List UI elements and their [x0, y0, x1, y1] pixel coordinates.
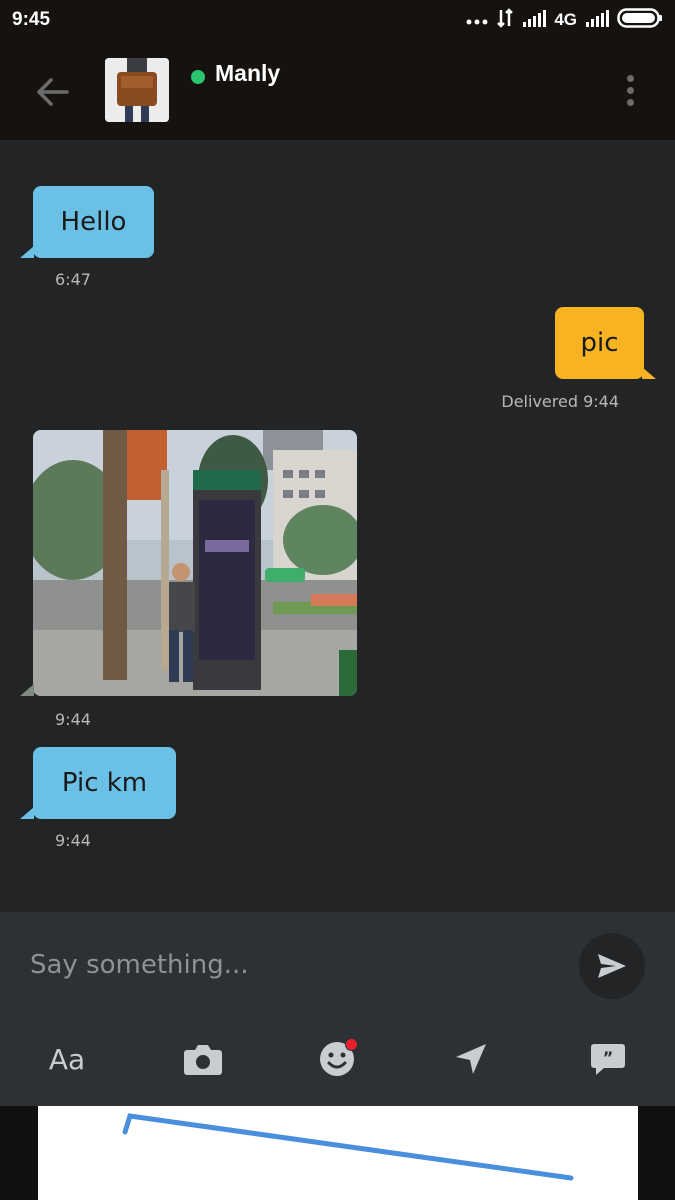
- bubble-tail: [642, 367, 656, 379]
- online-status-indicator: [191, 70, 205, 84]
- notification-badge: [345, 1038, 358, 1051]
- signal-icon: [585, 9, 609, 32]
- composer: Aa ”: [0, 912, 675, 1106]
- message-list[interactable]: Hello 6:47 pic Delivered 9:44 9:44 Pic k…: [0, 140, 675, 912]
- delivery-status: Delivered 9:44: [501, 392, 619, 411]
- message-input[interactable]: [30, 950, 550, 980]
- phrases-icon: ”: [591, 1044, 625, 1075]
- bubble-tail: [20, 246, 34, 258]
- incoming-message-bubble[interactable]: Hello: [33, 186, 154, 258]
- message-time: 9:44: [55, 831, 91, 850]
- battery-icon: [617, 7, 663, 33]
- status-time: 9:45: [12, 9, 51, 30]
- back-button[interactable]: [30, 70, 74, 114]
- photo-message[interactable]: [33, 430, 357, 696]
- send-icon: [598, 954, 626, 978]
- data-arrows-icon: [496, 7, 514, 33]
- text-format-button[interactable]: Aa: [44, 1036, 90, 1082]
- more-vertical-icon: [626, 74, 634, 82]
- camera-icon: [184, 1045, 222, 1075]
- message-text: Pic km: [61, 768, 148, 798]
- message-text: pic: [580, 328, 619, 358]
- message-time: 9:44: [55, 710, 91, 729]
- outgoing-message-bubble[interactable]: pic: [555, 307, 644, 379]
- overlay-card: [38, 1106, 638, 1200]
- bottom-overlay: [0, 1106, 675, 1200]
- photo-image: [33, 430, 357, 696]
- network-type: 4G: [554, 10, 577, 29]
- avatar[interactable]: [105, 58, 169, 122]
- svg-text:”: ”: [603, 1048, 614, 1067]
- arrow-left-icon: [37, 78, 69, 106]
- status-bar: 9:45 4G: [0, 0, 675, 40]
- sticker-button[interactable]: [314, 1036, 360, 1082]
- signal-icon: [522, 9, 547, 32]
- status-icons: 4G: [466, 7, 663, 33]
- location-icon: [456, 1044, 486, 1074]
- message-text: Hello: [60, 207, 127, 237]
- dots-icon: [466, 10, 488, 30]
- composer-toolbar: Aa ”: [0, 1024, 675, 1094]
- bubble-tail: [20, 807, 34, 819]
- location-button[interactable]: [448, 1036, 494, 1082]
- contact-name[interactable]: Manly: [215, 60, 280, 87]
- incoming-message-bubble[interactable]: Pic km: [33, 747, 176, 819]
- overlay-line: [122, 1113, 574, 1181]
- phrases-button[interactable]: ”: [585, 1036, 631, 1082]
- text-format-icon: Aa: [48, 1042, 86, 1076]
- camera-button[interactable]: [180, 1036, 226, 1082]
- send-button[interactable]: [579, 933, 645, 999]
- more-options-button[interactable]: [616, 70, 644, 110]
- message-time: 6:47: [55, 270, 91, 289]
- chat-header: Manly: [0, 40, 675, 140]
- bubble-tail: [20, 684, 34, 696]
